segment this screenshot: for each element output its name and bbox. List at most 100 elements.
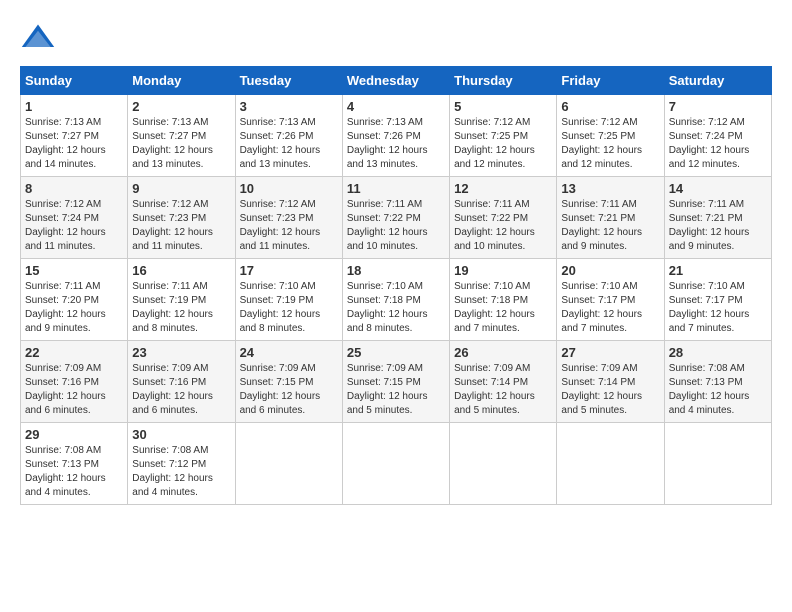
day-number: 29 <box>25 427 123 442</box>
day-detail: Sunrise: 7:09 AMSunset: 7:15 PMDaylight:… <box>347 362 445 418</box>
day-number: 17 <box>240 263 338 278</box>
table-row: 15 Sunrise: 7:11 AMSunset: 7:20 PMDaylig… <box>21 259 128 341</box>
day-detail: Sunrise: 7:12 AMSunset: 7:24 PMDaylight:… <box>669 116 767 172</box>
day-number: 25 <box>347 345 445 360</box>
day-number: 6 <box>561 99 659 114</box>
table-row: 29 Sunrise: 7:08 AMSunset: 7:13 PMDaylig… <box>21 423 128 505</box>
table-row: 18 Sunrise: 7:10 AMSunset: 7:18 PMDaylig… <box>342 259 449 341</box>
table-row: 11 Sunrise: 7:11 AMSunset: 7:22 PMDaylig… <box>342 177 449 259</box>
day-detail: Sunrise: 7:09 AMSunset: 7:15 PMDaylight:… <box>240 362 338 418</box>
day-number: 11 <box>347 181 445 196</box>
col-tuesday: Tuesday <box>235 67 342 95</box>
day-number: 19 <box>454 263 552 278</box>
table-row: 9 Sunrise: 7:12 AMSunset: 7:23 PMDayligh… <box>128 177 235 259</box>
col-thursday: Thursday <box>450 67 557 95</box>
table-row <box>557 423 664 505</box>
table-row: 13 Sunrise: 7:11 AMSunset: 7:21 PMDaylig… <box>557 177 664 259</box>
day-number: 8 <box>25 181 123 196</box>
day-detail: Sunrise: 7:11 AMSunset: 7:19 PMDaylight:… <box>132 280 230 336</box>
table-row: 24 Sunrise: 7:09 AMSunset: 7:15 PMDaylig… <box>235 341 342 423</box>
day-number: 2 <box>132 99 230 114</box>
table-row: 22 Sunrise: 7:09 AMSunset: 7:16 PMDaylig… <box>21 341 128 423</box>
table-row: 10 Sunrise: 7:12 AMSunset: 7:23 PMDaylig… <box>235 177 342 259</box>
day-detail: Sunrise: 7:10 AMSunset: 7:19 PMDaylight:… <box>240 280 338 336</box>
table-row: 21 Sunrise: 7:10 AMSunset: 7:17 PMDaylig… <box>664 259 771 341</box>
day-detail: Sunrise: 7:11 AMSunset: 7:21 PMDaylight:… <box>561 198 659 254</box>
day-number: 15 <box>25 263 123 278</box>
calendar-week-row: 1 Sunrise: 7:13 AMSunset: 7:27 PMDayligh… <box>21 95 772 177</box>
day-number: 23 <box>132 345 230 360</box>
table-row: 14 Sunrise: 7:11 AMSunset: 7:21 PMDaylig… <box>664 177 771 259</box>
day-number: 21 <box>669 263 767 278</box>
col-friday: Friday <box>557 67 664 95</box>
day-detail: Sunrise: 7:12 AMSunset: 7:24 PMDaylight:… <box>25 198 123 254</box>
table-row: 3 Sunrise: 7:13 AMSunset: 7:26 PMDayligh… <box>235 95 342 177</box>
page-header <box>20 20 772 56</box>
table-row: 17 Sunrise: 7:10 AMSunset: 7:19 PMDaylig… <box>235 259 342 341</box>
day-detail: Sunrise: 7:10 AMSunset: 7:17 PMDaylight:… <box>561 280 659 336</box>
day-number: 1 <box>25 99 123 114</box>
table-row: 4 Sunrise: 7:13 AMSunset: 7:26 PMDayligh… <box>342 95 449 177</box>
table-row: 23 Sunrise: 7:09 AMSunset: 7:16 PMDaylig… <box>128 341 235 423</box>
table-row: 27 Sunrise: 7:09 AMSunset: 7:14 PMDaylig… <box>557 341 664 423</box>
day-number: 5 <box>454 99 552 114</box>
day-detail: Sunrise: 7:12 AMSunset: 7:25 PMDaylight:… <box>561 116 659 172</box>
day-number: 13 <box>561 181 659 196</box>
day-detail: Sunrise: 7:08 AMSunset: 7:13 PMDaylight:… <box>669 362 767 418</box>
day-detail: Sunrise: 7:13 AMSunset: 7:26 PMDaylight:… <box>347 116 445 172</box>
table-row: 25 Sunrise: 7:09 AMSunset: 7:15 PMDaylig… <box>342 341 449 423</box>
table-row: 30 Sunrise: 7:08 AMSunset: 7:12 PMDaylig… <box>128 423 235 505</box>
col-wednesday: Wednesday <box>342 67 449 95</box>
table-row: 5 Sunrise: 7:12 AMSunset: 7:25 PMDayligh… <box>450 95 557 177</box>
table-row <box>450 423 557 505</box>
day-number: 26 <box>454 345 552 360</box>
calendar-header-row: Sunday Monday Tuesday Wednesday Thursday… <box>21 67 772 95</box>
col-saturday: Saturday <box>664 67 771 95</box>
table-row: 20 Sunrise: 7:10 AMSunset: 7:17 PMDaylig… <box>557 259 664 341</box>
table-row: 19 Sunrise: 7:10 AMSunset: 7:18 PMDaylig… <box>450 259 557 341</box>
day-detail: Sunrise: 7:11 AMSunset: 7:22 PMDaylight:… <box>454 198 552 254</box>
col-sunday: Sunday <box>21 67 128 95</box>
day-detail: Sunrise: 7:10 AMSunset: 7:18 PMDaylight:… <box>347 280 445 336</box>
day-number: 20 <box>561 263 659 278</box>
day-number: 27 <box>561 345 659 360</box>
day-detail: Sunrise: 7:08 AMSunset: 7:12 PMDaylight:… <box>132 444 230 500</box>
day-detail: Sunrise: 7:09 AMSunset: 7:16 PMDaylight:… <box>132 362 230 418</box>
col-monday: Monday <box>128 67 235 95</box>
logo-icon <box>20 20 56 56</box>
day-detail: Sunrise: 7:12 AMSunset: 7:23 PMDaylight:… <box>240 198 338 254</box>
calendar-table: Sunday Monday Tuesday Wednesday Thursday… <box>20 66 772 505</box>
day-detail: Sunrise: 7:13 AMSunset: 7:27 PMDaylight:… <box>132 116 230 172</box>
day-number: 16 <box>132 263 230 278</box>
day-number: 30 <box>132 427 230 442</box>
table-row: 2 Sunrise: 7:13 AMSunset: 7:27 PMDayligh… <box>128 95 235 177</box>
table-row: 6 Sunrise: 7:12 AMSunset: 7:25 PMDayligh… <box>557 95 664 177</box>
day-number: 18 <box>347 263 445 278</box>
table-row: 16 Sunrise: 7:11 AMSunset: 7:19 PMDaylig… <box>128 259 235 341</box>
calendar-week-row: 29 Sunrise: 7:08 AMSunset: 7:13 PMDaylig… <box>21 423 772 505</box>
day-detail: Sunrise: 7:09 AMSunset: 7:14 PMDaylight:… <box>561 362 659 418</box>
day-number: 22 <box>25 345 123 360</box>
day-number: 24 <box>240 345 338 360</box>
table-row <box>664 423 771 505</box>
day-detail: Sunrise: 7:10 AMSunset: 7:18 PMDaylight:… <box>454 280 552 336</box>
table-row <box>342 423 449 505</box>
day-detail: Sunrise: 7:13 AMSunset: 7:27 PMDaylight:… <box>25 116 123 172</box>
table-row: 7 Sunrise: 7:12 AMSunset: 7:24 PMDayligh… <box>664 95 771 177</box>
day-number: 7 <box>669 99 767 114</box>
day-detail: Sunrise: 7:11 AMSunset: 7:22 PMDaylight:… <box>347 198 445 254</box>
day-number: 10 <box>240 181 338 196</box>
day-number: 28 <box>669 345 767 360</box>
day-detail: Sunrise: 7:10 AMSunset: 7:17 PMDaylight:… <box>669 280 767 336</box>
table-row <box>235 423 342 505</box>
calendar-week-row: 15 Sunrise: 7:11 AMSunset: 7:20 PMDaylig… <box>21 259 772 341</box>
table-row: 12 Sunrise: 7:11 AMSunset: 7:22 PMDaylig… <box>450 177 557 259</box>
logo <box>20 20 62 56</box>
day-detail: Sunrise: 7:13 AMSunset: 7:26 PMDaylight:… <box>240 116 338 172</box>
calendar-week-row: 22 Sunrise: 7:09 AMSunset: 7:16 PMDaylig… <box>21 341 772 423</box>
day-detail: Sunrise: 7:12 AMSunset: 7:25 PMDaylight:… <box>454 116 552 172</box>
table-row: 8 Sunrise: 7:12 AMSunset: 7:24 PMDayligh… <box>21 177 128 259</box>
day-detail: Sunrise: 7:12 AMSunset: 7:23 PMDaylight:… <box>132 198 230 254</box>
day-detail: Sunrise: 7:11 AMSunset: 7:21 PMDaylight:… <box>669 198 767 254</box>
day-number: 3 <box>240 99 338 114</box>
